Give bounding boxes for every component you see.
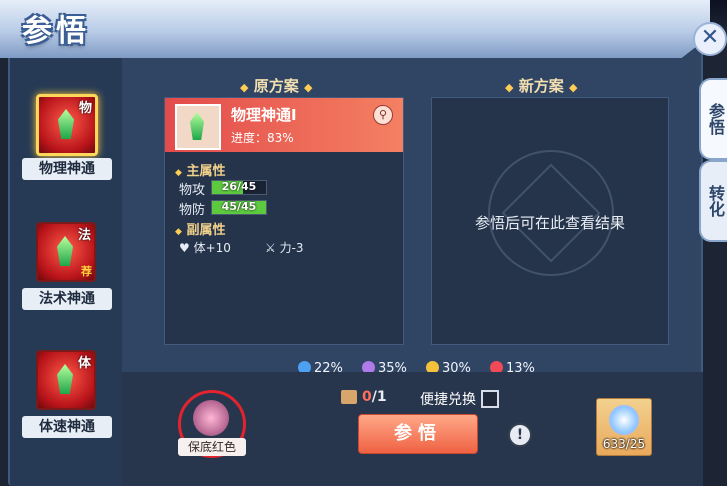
tab-canwu[interactable]: 参悟 [699, 78, 727, 160]
guarantee-red[interactable]: 保底红色 [170, 390, 254, 460]
guarantee-label: 保底红色 [178, 438, 246, 456]
item-count: 633/25 [602, 437, 646, 451]
attr-bar: 45/45 [211, 200, 267, 215]
diamond-icon: ◆ [240, 81, 249, 94]
skill-tag: 法 [77, 228, 91, 243]
sidebar-item-physical[interactable]: 物 [36, 94, 98, 156]
title-banner [0, 0, 710, 58]
close-button[interactable]: ✕ [693, 22, 727, 56]
sidebar-item-magic[interactable]: 法 荐 [36, 222, 96, 282]
skill-tag: 物 [78, 101, 92, 116]
attr-bar: 26/45 [211, 180, 267, 195]
scroll-icon [341, 390, 357, 404]
sidebar-item-label: 体速神通 [22, 416, 112, 438]
sub-attr: ♥ 体+10 [179, 241, 231, 255]
green-gem-icon [57, 236, 73, 266]
attr-value: 45/45 [221, 200, 257, 213]
physical-skill-icon: 物 [36, 94, 98, 156]
green-gem-icon [58, 109, 74, 139]
new-plan-title: ◆ 新方案 ◆ [505, 77, 578, 95]
green-gem-icon [57, 364, 73, 394]
tab-zhuanhua[interactable]: 转化 [699, 160, 727, 242]
new-plan-card: 参悟后可在此查看结果 [431, 97, 669, 345]
skill-name: 物理神通Ⅰ [231, 106, 297, 124]
heart-icon: ♥ [179, 241, 190, 255]
skill-tag: 体 [77, 356, 91, 371]
speed-skill-icon: 体 [36, 350, 96, 410]
diamond-icon: ◆ [568, 81, 578, 94]
sidebar-item-label: 法术神通 [22, 288, 112, 310]
sidebar-item-speed[interactable]: 体 [36, 350, 96, 410]
original-plan-card: 物理神通Ⅰ 进度：83% ⚲ ◆ 主属性 物攻 26/45 物防 45/45 ◆… [164, 97, 404, 345]
sword-icon: ⚔ [265, 241, 276, 255]
attr-value: 26/45 [221, 180, 257, 193]
magic-skill-icon: 法 荐 [36, 222, 96, 282]
green-gem-icon [190, 112, 204, 140]
skill-header: 物理神通Ⅰ 进度：83% ⚲ [165, 98, 403, 152]
diamond-icon: ◆ [505, 81, 514, 94]
material-count: 0/1 [362, 389, 387, 405]
recommend-badge: 荐 [81, 265, 92, 278]
sub-attr: ⚔ 力-3 [265, 241, 304, 255]
canwu-button[interactable]: 参悟 [358, 414, 478, 454]
quick-exchange-checkbox[interactable] [481, 390, 499, 408]
info-icon[interactable]: ! [508, 423, 532, 447]
attr-name: 物攻 [179, 183, 206, 198]
diamond-icon: ◆ [303, 81, 313, 94]
sub-attr-title: ◆ 副属性 [175, 223, 226, 238]
main-attr-title: ◆ 主属性 [175, 164, 226, 179]
attr-name: 物防 [179, 203, 206, 218]
sidebar-item-label: 物理神通 [22, 158, 112, 180]
window-title: 参悟 [22, 14, 90, 49]
original-plan-title: ◆ 原方案 ◆ [240, 77, 313, 95]
quick-exchange-label: 便捷兑换 [420, 392, 476, 408]
empty-result-text: 参悟后可在此查看结果 [474, 214, 625, 232]
skill-thumbnail [175, 104, 221, 150]
skill-progress: 进度：83% [231, 131, 294, 145]
spirit-icon [609, 405, 639, 435]
orb-icon [193, 400, 229, 436]
search-icon[interactable]: ⚲ [373, 105, 393, 125]
